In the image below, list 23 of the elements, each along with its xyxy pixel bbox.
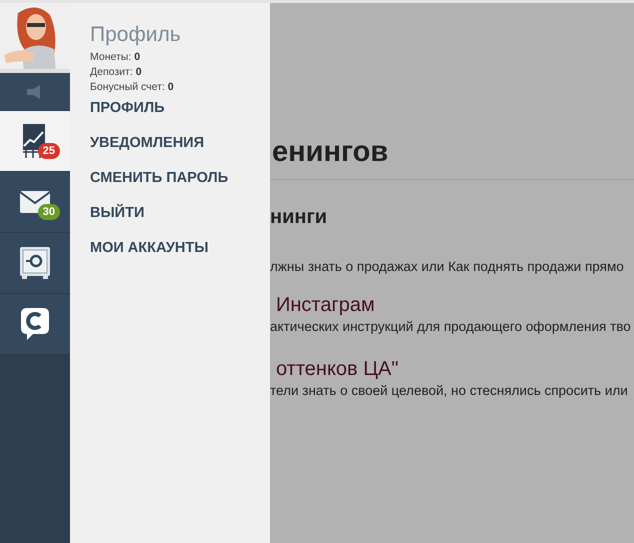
menu-item[interactable]: ПРОФИЛЬ <box>90 100 270 116</box>
sidebar-tab[interactable]: 25 <box>0 111 70 172</box>
stat-text: Бонусный счет: 0 <box>90 80 175 95</box>
page-heading: енингов <box>271 136 390 169</box>
chat-icon <box>21 308 49 340</box>
profile-title: Профиль <box>90 23 182 47</box>
menu-item[interactable]: СМЕНИТЬ ПАРОЛЬ <box>90 170 270 186</box>
sidebar-tab[interactable] <box>0 294 70 355</box>
menu-item[interactable]: МОИ АККАУНТЫ <box>90 240 270 256</box>
sidebar-tab[interactable] <box>0 233 70 294</box>
description-text: лжны знать о продажах или Как поднять продажи прямо <box>270 259 625 274</box>
description-text: актических инструкций для продающего оформления тво <box>270 319 632 334</box>
training-link[interactable]: Инстаграм <box>270 294 634 317</box>
menu-item[interactable]: УВЕДОМЛЕНИЯ <box>90 135 270 151</box>
section-heading: нинги <box>270 206 328 229</box>
stat-text: Монеты: 0 <box>90 50 142 65</box>
menu-item[interactable]: ВЫЙТИ <box>90 205 270 221</box>
training-link[interactable]: оттенков ЦА" <box>270 358 634 381</box>
stat-text: Депозит: 0 <box>90 65 143 80</box>
description-text: тели знать о своей целевой, но стеснялись спросить или <box>270 383 629 398</box>
safe-icon <box>20 247 50 279</box>
count-badge: 25 <box>38 143 60 159</box>
count-badge: 30 <box>38 204 60 220</box>
